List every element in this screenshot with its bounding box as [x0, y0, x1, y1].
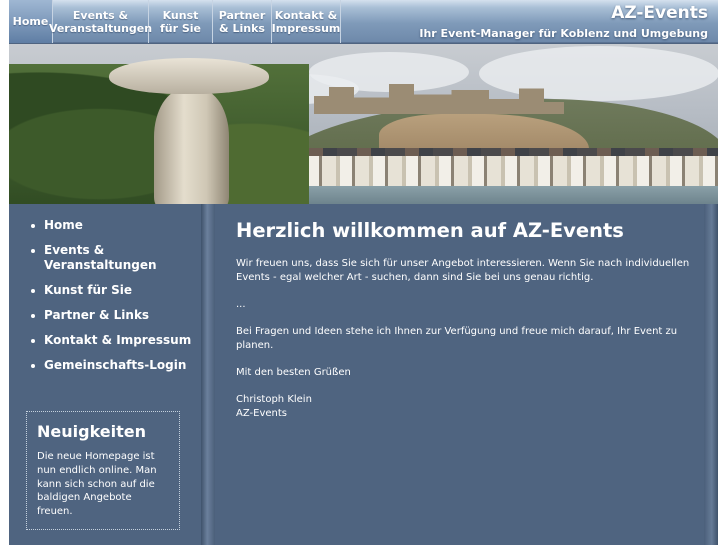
sidebar-item-login[interactable]: Gemeinschafts-Login	[31, 358, 196, 373]
fountain-illustration	[154, 89, 229, 204]
nav-kontakt[interactable]: Kontakt & Impressum	[272, 0, 341, 43]
site-title: AZ-Events	[611, 3, 708, 23]
sidebar-item-home[interactable]: Home	[31, 218, 196, 233]
nav-partner-label: Partner & Links	[218, 8, 266, 35]
nav-kunst[interactable]: Kunst für Sie	[149, 0, 213, 43]
site-subtitle: Ihr Event-Manager für Koblenz und Umgebu…	[419, 27, 708, 40]
column-divider	[201, 204, 215, 545]
contact-paragraph: Bei Fragen und Ideen stehe ich Ihnen zur…	[236, 325, 678, 351]
main-nav: Home Events & Veranstaltungen Kunst für …	[9, 0, 341, 43]
sidebar-item-kunst[interactable]: Kunst für Sie	[31, 283, 196, 298]
page-title: Herzlich willkommen auf AZ-Events	[236, 219, 624, 242]
nav-home[interactable]: Home	[9, 0, 53, 43]
ellipsis-paragraph: ...	[236, 298, 246, 310]
intro-paragraph: Wir freuen uns, dass Sie sich für unser …	[236, 258, 690, 283]
nav-events-label: Events & Veranstaltungen	[48, 8, 153, 35]
news-text: Die neue Homepage ist nun endlich online…	[37, 451, 157, 518]
top-navigation-bar: Home Events & Veranstaltungen Kunst für …	[9, 0, 718, 43]
closing-paragraph: Mit den besten Grüßen	[236, 366, 351, 378]
news-box: Neuigkeiten Die neue Homepage ist nun en…	[26, 411, 180, 530]
nav-partner[interactable]: Partner & Links	[213, 0, 272, 43]
news-title: Neuigkeiten	[37, 422, 147, 441]
sidebar-item-kontakt[interactable]: Kontakt & Impressum	[31, 333, 196, 348]
sidebar-menu: Home Events & Veranstaltungen Kunst für …	[31, 218, 196, 383]
nav-home-label: Home	[12, 15, 49, 28]
nav-events[interactable]: Events & Veranstaltungen	[49, 0, 152, 43]
sidebar-item-events[interactable]: Events & Veranstaltungen	[31, 243, 196, 273]
brand: AZ-Events Ihr Event-Manager für Koblenz …	[419, 3, 708, 41]
fortress-illustration	[314, 84, 564, 114]
main-content: Herzlich willkommen auf AZ-Events Wir fr…	[215, 204, 704, 545]
right-edge	[704, 204, 718, 545]
nav-kunst-label: Kunst für Sie	[159, 8, 202, 35]
header-banner-image	[9, 44, 718, 204]
town-illustration	[289, 156, 718, 188]
signature: Christoph Klein AZ-Events	[236, 393, 312, 419]
sidebar-item-partner[interactable]: Partner & Links	[31, 308, 196, 323]
sidebar: Home Events & Veranstaltungen Kunst für …	[9, 204, 201, 545]
page-frame: Home Events & Veranstaltungen Kunst für …	[9, 0, 718, 545]
nav-kontakt-label: Kontakt & Impressum	[271, 8, 341, 35]
